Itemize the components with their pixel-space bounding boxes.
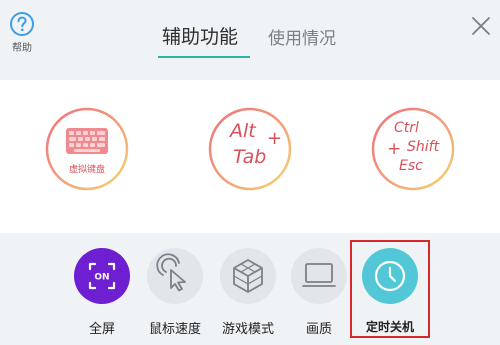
help-label: 帮助 <box>12 43 32 54</box>
alt-tab-button[interactable]: Alt + Tab <box>207 106 293 192</box>
close-button[interactable] <box>469 14 493 38</box>
virtual-keyboard-button[interactable]: 虚拟键盘 <box>44 106 130 192</box>
tool-quality[interactable]: 画质 <box>284 248 354 337</box>
quick-keys-panel: 虚拟键盘 Alt + Tab Ctrl + Shift Esc <box>0 80 500 233</box>
tool-mouse-speed[interactable]: 鼠标速度 <box>140 248 210 337</box>
fullscreen-on-badge: ON <box>94 273 109 283</box>
tab-accessibility[interactable]: 辅助功能 <box>162 24 238 50</box>
active-tab-underline <box>158 56 250 58</box>
virtual-keyboard-label: 虚拟键盘 <box>68 165 105 175</box>
tools-toolbar: ON 全屏 鼠标速度 游戏模式 画质 定时关机 <box>0 233 500 345</box>
tool-fullscreen[interactable]: ON 全屏 <box>67 248 137 337</box>
tool-label: 鼠标速度 <box>148 322 201 337</box>
esc-key-label: Esc <box>399 158 423 174</box>
tab-key-label: Tab <box>233 146 267 168</box>
monitor-icon <box>291 248 347 304</box>
ctrl-shift-esc-plus: + <box>387 139 402 159</box>
tool-label: 全屏 <box>88 322 115 337</box>
tool-label: 游戏模式 <box>221 322 274 337</box>
tool-label: 定时关机 <box>365 320 414 334</box>
keyboard-icon <box>45 107 129 191</box>
ctrl-key-label: Ctrl <box>394 120 419 136</box>
shift-key-label: Shift <box>407 139 440 155</box>
clock-icon <box>362 248 418 304</box>
tool-scheduled-shutdown[interactable]: 定时关机 <box>355 248 425 335</box>
header-bar: 帮助 辅助功能 使用情况 <box>0 0 500 80</box>
alt-key-label: Alt <box>230 120 256 142</box>
fullscreen-icon: ON <box>74 248 130 304</box>
tab-usage[interactable]: 使用情况 <box>268 26 336 52</box>
alt-tab-plus: + <box>267 128 283 149</box>
game-mode-icon <box>220 248 276 304</box>
help-icon <box>10 12 34 36</box>
ctrl-shift-esc-button[interactable]: Ctrl + Shift Esc <box>370 106 456 192</box>
tool-label: 画质 <box>305 322 332 337</box>
tool-game-mode[interactable]: 游戏模式 <box>213 248 283 337</box>
mouse-speed-icon <box>147 248 203 304</box>
close-icon <box>472 17 490 35</box>
help-button[interactable]: 帮助 <box>6 11 38 54</box>
